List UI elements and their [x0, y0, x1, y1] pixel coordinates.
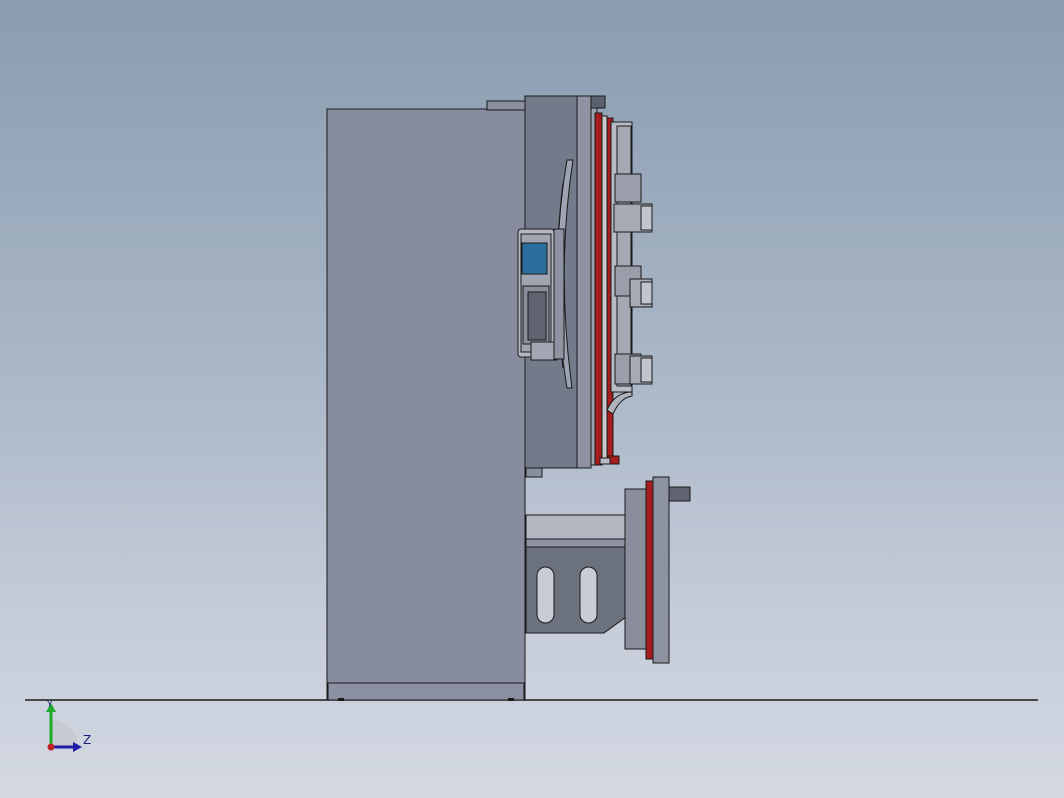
cad-viewport[interactable]: Y Z	[0, 0, 1064, 798]
cabinet-body[interactable]	[326, 108, 526, 701]
z-axis-label: Z	[83, 733, 92, 747]
model-view	[25, 95, 1038, 701]
bottom-flange	[624, 476, 670, 664]
y-axis-label: Y	[47, 700, 53, 710]
shaft-stub	[668, 486, 691, 502]
control-screen	[521, 242, 548, 275]
support-bracket	[525, 514, 628, 634]
orientation-triad[interactable]: Y Z	[40, 700, 100, 760]
hinge-brackets	[606, 121, 653, 415]
